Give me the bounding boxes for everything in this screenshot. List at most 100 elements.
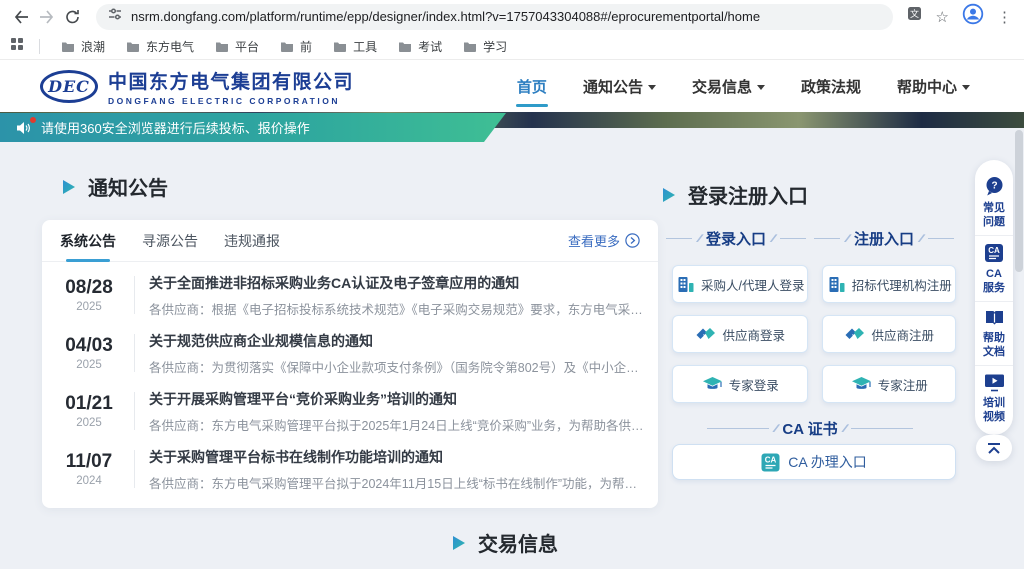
chevron-circle-icon xyxy=(625,233,640,248)
nav-notices[interactable]: 通知公告 xyxy=(583,76,656,97)
section-arrow-icon xyxy=(662,187,676,203)
divider xyxy=(39,39,40,54)
site-info-icon[interactable] xyxy=(108,7,122,26)
bookmark-folder[interactable]: 考试 xyxy=(398,38,442,55)
notice-title[interactable]: 关于规范供应商企业规模信息的通知 xyxy=(149,331,644,351)
faq-shortcut[interactable]: ? 常见问题 xyxy=(975,169,1013,235)
svg-text:CA: CA xyxy=(988,246,1000,255)
button-label: CA 办理入口 xyxy=(788,452,867,472)
bookmark-label: 前 xyxy=(300,38,312,55)
supplier-register-button[interactable]: 供应商注册 xyxy=(822,315,956,353)
browser-toolbar: nsrm.dongfang.com/platform/runtime/epp/d… xyxy=(0,0,1024,33)
nav-policies[interactable]: 政策法规 xyxy=(801,76,861,97)
nav-help-center[interactable]: 帮助中心 xyxy=(897,76,970,97)
page: DEC 中国东方电气集团有限公司 DONGFANG ELECTRIC CORPO… xyxy=(0,60,1024,569)
notice-title[interactable]: 关于全面推进非招标采购业务CA认证及电子签章应用的通知 xyxy=(149,273,644,293)
button-label: 专家注册 xyxy=(878,375,928,394)
login-entry-header: ∕∕登录入口∕∕ xyxy=(662,228,810,249)
nav-label: 通知公告 xyxy=(583,76,643,97)
company-name-en: DONGFANG ELECTRIC CORPORATION xyxy=(108,96,354,106)
bookmark-label: 浪潮 xyxy=(81,38,105,55)
notice-desc: 各供应商：东方电气采购管理平台拟于2025年1月24日上线“竞价采购”业务，为帮… xyxy=(149,415,644,434)
notice-item[interactable]: 04/032025 关于规范供应商企业规模信息的通知各供应商：为贯彻落实《保障中… xyxy=(42,324,658,382)
register-entry-header: ∕∕注册入口∕∕ xyxy=(810,228,958,249)
trade-section-title: 交易信息 xyxy=(452,528,558,557)
shortcut-label: CA 服务 xyxy=(982,267,1006,295)
notice-title[interactable]: 关于采购管理平台标书在线制作功能培训的通知 xyxy=(149,447,644,467)
back-to-top-button[interactable] xyxy=(976,435,1012,461)
expert-register-button[interactable]: 专家注册 xyxy=(822,365,956,403)
handshake-icon xyxy=(695,326,716,343)
quick-sidebar: ? 常见问题 CA CA 服务 帮助文档 培训视频 xyxy=(975,160,1013,435)
tab-violation-reports[interactable]: 违规通报 xyxy=(224,220,280,261)
apps-grid-icon[interactable] xyxy=(10,37,24,56)
chevron-down-icon xyxy=(757,85,765,90)
tab-sourcing-notices[interactable]: 寻源公告 xyxy=(142,220,198,261)
help-docs-shortcut[interactable]: 帮助文档 xyxy=(975,301,1013,365)
translate-icon[interactable]: 文 xyxy=(907,6,923,27)
bookmark-label: 东方电气 xyxy=(146,38,194,55)
chevron-down-icon xyxy=(962,85,970,90)
nav-label: 政策法规 xyxy=(801,76,861,97)
notice-item[interactable]: 08/282025 关于全面推进非招标采购业务CA认证及电子签章应用的通知各供应… xyxy=(42,266,658,324)
nav-home[interactable]: 首页 xyxy=(517,76,547,97)
bookmark-folder[interactable]: 平台 xyxy=(215,38,259,55)
bookmark-folder[interactable]: 东方电气 xyxy=(126,38,194,55)
bookmark-folder[interactable]: 浪潮 xyxy=(61,38,105,55)
nav-label: 交易信息 xyxy=(692,76,752,97)
supplier-login-button[interactable]: 供应商登录 xyxy=(672,315,808,353)
handshake-icon xyxy=(844,326,865,343)
ca-service-shortcut[interactable]: CA CA 服务 xyxy=(975,235,1013,301)
site-header: DEC 中国东方电气集团有限公司 DONGFANG ELECTRIC CORPO… xyxy=(0,60,1024,112)
forward-button[interactable] xyxy=(34,4,60,30)
notice-desc: 各供应商：东方电气采购管理平台拟于2024年11月15日上线“标书在线制作”功能… xyxy=(149,473,644,492)
bookmark-folder[interactable]: 学习 xyxy=(463,38,507,55)
button-label: 招标代理机构注册 xyxy=(852,275,952,294)
bookmark-label: 学习 xyxy=(483,38,507,55)
ca-apply-button[interactable]: CA CA 办理入口 xyxy=(672,444,956,480)
bidding-agency-register-button[interactable]: 招标代理机构注册 xyxy=(822,265,956,303)
notices-section-title: 通知公告 xyxy=(62,172,168,201)
notice-ticker: 请使用360安全浏览器进行后续投标、报价操作 xyxy=(0,113,506,142)
menu-kebab-icon[interactable]: ⋮ xyxy=(997,8,1012,26)
button-label: 供应商登录 xyxy=(722,325,785,344)
button-label: 供应商注册 xyxy=(871,325,934,344)
graduation-cap-icon xyxy=(702,375,723,393)
tab-system-notices[interactable]: 系统公告 xyxy=(60,220,116,261)
purchaser-agent-login-button[interactable]: 采购人/代理人登录 xyxy=(672,265,808,303)
training-videos-shortcut[interactable]: 培训视频 xyxy=(975,365,1013,430)
document-icon xyxy=(984,309,1005,327)
notice-desc: 各供应商：为贯彻落实《保障中小企业款项支付条例》（国务院令第802号）及《中小企… xyxy=(149,357,644,376)
notice-date: 11/072024 xyxy=(58,452,120,487)
notice-item[interactable]: 01/212025 关于开展采购管理平台“竞价采购业务”培训的通知各供应商：东方… xyxy=(42,382,658,440)
bookmarks-bar: 浪潮 东方电气 平台 前 工具 考试 学习 xyxy=(0,33,1024,60)
ticker-text: 请使用360安全浏览器进行后续投标、报价操作 xyxy=(41,118,310,137)
bookmark-folder[interactable]: 前 xyxy=(280,38,312,55)
main-nav: 首页 通知公告 交易信息 政策法规 帮助中心 xyxy=(517,76,1000,97)
bookmark-star-icon[interactable]: ☆ xyxy=(936,8,949,26)
scrollbar[interactable] xyxy=(1015,130,1023,272)
video-icon xyxy=(984,373,1005,392)
profile-avatar-icon[interactable] xyxy=(962,3,984,30)
to-top-icon xyxy=(986,442,1002,455)
button-label: 专家登录 xyxy=(729,375,779,394)
section-title-text: 交易信息 xyxy=(478,528,558,557)
notice-date: 08/282025 xyxy=(58,278,120,313)
notice-item[interactable]: 11/072024 关于采购管理平台标书在线制作功能培训的通知各供应商：东方电气… xyxy=(42,440,658,498)
notices-tabs: 系统公告 寻源公告 违规通报 查看更多 xyxy=(42,220,658,262)
notice-title[interactable]: 关于开展采购管理平台“竞价采购业务”培训的通知 xyxy=(149,389,644,409)
bookmark-folder[interactable]: 工具 xyxy=(333,38,377,55)
section-arrow-icon xyxy=(452,535,466,551)
view-more-link[interactable]: 查看更多 xyxy=(568,231,640,250)
reload-button[interactable] xyxy=(60,4,86,30)
address-bar[interactable]: nsrm.dongfang.com/platform/runtime/epp/d… xyxy=(96,4,893,30)
notices-card: 系统公告 寻源公告 违规通报 查看更多 08/282025 关于全面推进非招标采… xyxy=(42,220,658,508)
notice-list: 08/282025 关于全面推进非招标采购业务CA认证及电子签章应用的通知各供应… xyxy=(42,262,658,498)
expert-login-button[interactable]: 专家登录 xyxy=(672,365,808,403)
back-button[interactable] xyxy=(8,4,34,30)
nav-trade-info[interactable]: 交易信息 xyxy=(692,76,765,97)
ca-icon: CA xyxy=(984,243,1004,263)
url-text[interactable]: nsrm.dongfang.com/platform/runtime/epp/d… xyxy=(131,9,760,24)
divider xyxy=(134,276,135,314)
company-name-cn: 中国东方电气集团有限公司 xyxy=(108,67,354,94)
